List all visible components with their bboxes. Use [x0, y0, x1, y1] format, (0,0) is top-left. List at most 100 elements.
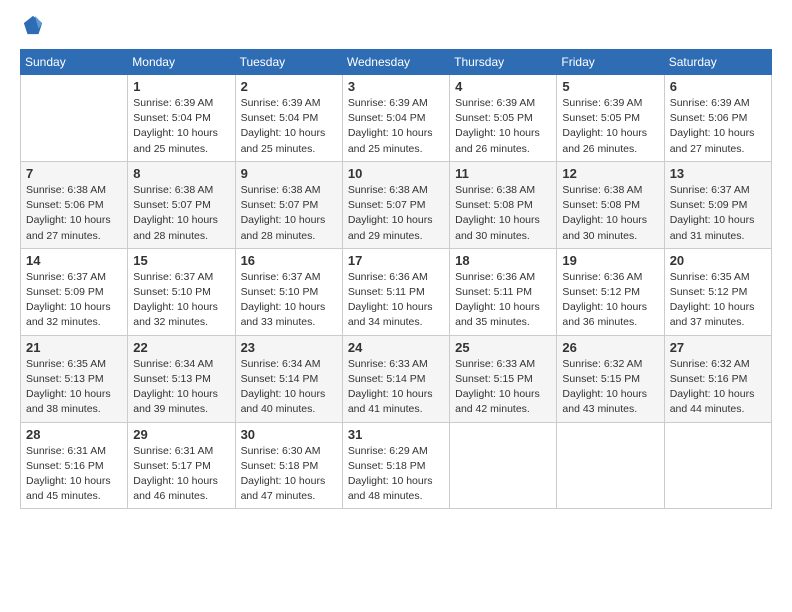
day-number: 2 [241, 79, 337, 94]
day-number: 21 [26, 340, 122, 355]
calendar-cell: 5 Sunrise: 6:39 AM Sunset: 5:05 PM Daylig… [557, 75, 664, 162]
day-info: Sunrise: 6:29 AM Sunset: 5:18 PM Dayligh… [348, 444, 444, 505]
day-info: Sunrise: 6:35 AM Sunset: 5:12 PM Dayligh… [670, 270, 766, 331]
day-number: 20 [670, 253, 766, 268]
day-info: Sunrise: 6:31 AM Sunset: 5:17 PM Dayligh… [133, 444, 229, 505]
calendar-cell: 9 Sunrise: 6:38 AM Sunset: 5:07 PM Daylig… [235, 161, 342, 248]
calendar-week-row: 21 Sunrise: 6:35 AM Sunset: 5:13 PM Dayli… [21, 335, 772, 422]
day-info: Sunrise: 6:33 AM Sunset: 5:14 PM Dayligh… [348, 357, 444, 418]
calendar-cell: 14 Sunrise: 6:37 AM Sunset: 5:09 PM Dayli… [21, 248, 128, 335]
weekday-header: Thursday [450, 50, 557, 75]
day-number: 7 [26, 166, 122, 181]
calendar-cell: 4 Sunrise: 6:39 AM Sunset: 5:05 PM Daylig… [450, 75, 557, 162]
calendar-cell: 31 Sunrise: 6:29 AM Sunset: 5:18 PM Dayli… [342, 422, 449, 509]
day-number: 11 [455, 166, 551, 181]
calendar-cell: 15 Sunrise: 6:37 AM Sunset: 5:10 PM Dayli… [128, 248, 235, 335]
calendar-cell: 24 Sunrise: 6:33 AM Sunset: 5:14 PM Dayli… [342, 335, 449, 422]
calendar-cell: 23Sunrise: 6:34 AM Sunset: 5:14 PM Dayli… [235, 335, 342, 422]
day-info: Sunrise: 6:35 AM Sunset: 5:13 PM Dayligh… [26, 357, 122, 418]
calendar-cell [557, 422, 664, 509]
day-info: Sunrise: 6:31 AM Sunset: 5:16 PM Dayligh… [26, 444, 122, 505]
day-info: Sunrise: 6:33 AM Sunset: 5:15 PM Dayligh… [455, 357, 551, 418]
day-info: Sunrise: 6:39 AM Sunset: 5:05 PM Dayligh… [455, 96, 551, 157]
day-number: 26 [562, 340, 658, 355]
calendar-cell: 13Sunrise: 6:37 AM Sunset: 5:09 PM Dayli… [664, 161, 771, 248]
calendar-cell: 8Sunrise: 6:38 AM Sunset: 5:07 PM Daylig… [128, 161, 235, 248]
calendar-cell: 20 Sunrise: 6:35 AM Sunset: 5:12 PM Dayli… [664, 248, 771, 335]
calendar-week-row: 14 Sunrise: 6:37 AM Sunset: 5:09 PM Dayli… [21, 248, 772, 335]
day-info: Sunrise: 6:30 AM Sunset: 5:18 PM Dayligh… [241, 444, 337, 505]
calendar-cell: 3 Sunrise: 6:39 AM Sunset: 5:04 PM Daylig… [342, 75, 449, 162]
day-number: 9 [241, 166, 337, 181]
day-number: 12 [562, 166, 658, 181]
calendar-cell: 27 Sunrise: 6:32 AM Sunset: 5:16 PM Dayli… [664, 335, 771, 422]
calendar-week-row: 28Sunrise: 6:31 AM Sunset: 5:16 PM Dayli… [21, 422, 772, 509]
day-info: Sunrise: 6:32 AM Sunset: 5:15 PM Dayligh… [562, 357, 658, 418]
day-number: 27 [670, 340, 766, 355]
day-number: 3 [348, 79, 444, 94]
day-number: 15 [133, 253, 229, 268]
calendar-week-row: 1 Sunrise: 6:39 AM Sunset: 5:04 PM Daylig… [21, 75, 772, 162]
calendar-cell: 22Sunrise: 6:34 AM Sunset: 5:13 PM Dayli… [128, 335, 235, 422]
weekday-header: Tuesday [235, 50, 342, 75]
calendar-cell: 16 Sunrise: 6:37 AM Sunset: 5:10 PM Dayli… [235, 248, 342, 335]
calendar-cell: 17 Sunrise: 6:36 AM Sunset: 5:11 PM Dayli… [342, 248, 449, 335]
calendar-cell: 30 Sunrise: 6:30 AM Sunset: 5:18 PM Dayli… [235, 422, 342, 509]
calendar-cell: 11 Sunrise: 6:38 AM Sunset: 5:08 PM Dayli… [450, 161, 557, 248]
calendar-cell: 19 Sunrise: 6:36 AM Sunset: 5:12 PM Dayli… [557, 248, 664, 335]
day-info: Sunrise: 6:37 AM Sunset: 5:10 PM Dayligh… [241, 270, 337, 331]
calendar-cell: 7 Sunrise: 6:38 AM Sunset: 5:06 PM Daylig… [21, 161, 128, 248]
calendar-cell: 2 Sunrise: 6:39 AM Sunset: 5:04 PM Daylig… [235, 75, 342, 162]
day-number: 25 [455, 340, 551, 355]
day-info: Sunrise: 6:36 AM Sunset: 5:11 PM Dayligh… [348, 270, 444, 331]
day-info: Sunrise: 6:37 AM Sunset: 5:09 PM Dayligh… [670, 183, 766, 244]
day-info: Sunrise: 6:38 AM Sunset: 5:06 PM Dayligh… [26, 183, 122, 244]
day-info: Sunrise: 6:39 AM Sunset: 5:05 PM Dayligh… [562, 96, 658, 157]
calendar-cell: 26 Sunrise: 6:32 AM Sunset: 5:15 PM Dayli… [557, 335, 664, 422]
calendar: SundayMondayTuesdayWednesdayThursdayFrid… [20, 49, 772, 509]
day-info: Sunrise: 6:38 AM Sunset: 5:07 PM Dayligh… [348, 183, 444, 244]
day-number: 1 [133, 79, 229, 94]
day-number: 5 [562, 79, 658, 94]
weekday-header: Sunday [21, 50, 128, 75]
day-info: Sunrise: 6:39 AM Sunset: 5:04 PM Dayligh… [133, 96, 229, 157]
calendar-cell [450, 422, 557, 509]
day-info: Sunrise: 6:36 AM Sunset: 5:11 PM Dayligh… [455, 270, 551, 331]
calendar-cell: 28Sunrise: 6:31 AM Sunset: 5:16 PM Dayli… [21, 422, 128, 509]
day-info: Sunrise: 6:39 AM Sunset: 5:04 PM Dayligh… [241, 96, 337, 157]
day-number: 24 [348, 340, 444, 355]
day-info: Sunrise: 6:34 AM Sunset: 5:14 PM Dayligh… [241, 357, 337, 418]
day-info: Sunrise: 6:32 AM Sunset: 5:16 PM Dayligh… [670, 357, 766, 418]
day-info: Sunrise: 6:38 AM Sunset: 5:08 PM Dayligh… [455, 183, 551, 244]
day-number: 30 [241, 427, 337, 442]
logo-icon [22, 14, 44, 36]
weekday-header: Wednesday [342, 50, 449, 75]
calendar-cell [664, 422, 771, 509]
calendar-cell: 29 Sunrise: 6:31 AM Sunset: 5:17 PM Dayli… [128, 422, 235, 509]
day-number: 17 [348, 253, 444, 268]
day-info: Sunrise: 6:37 AM Sunset: 5:09 PM Dayligh… [26, 270, 122, 331]
calendar-cell: 21 Sunrise: 6:35 AM Sunset: 5:13 PM Dayli… [21, 335, 128, 422]
day-number: 19 [562, 253, 658, 268]
day-number: 18 [455, 253, 551, 268]
day-number: 6 [670, 79, 766, 94]
calendar-cell: 6Sunrise: 6:39 AM Sunset: 5:06 PM Daylig… [664, 75, 771, 162]
calendar-cell: 10 Sunrise: 6:38 AM Sunset: 5:07 PM Dayli… [342, 161, 449, 248]
weekday-header: Saturday [664, 50, 771, 75]
day-number: 22 [133, 340, 229, 355]
day-number: 8 [133, 166, 229, 181]
day-number: 10 [348, 166, 444, 181]
day-number: 29 [133, 427, 229, 442]
day-info: Sunrise: 6:38 AM Sunset: 5:07 PM Dayligh… [241, 183, 337, 244]
day-number: 14 [26, 253, 122, 268]
day-number: 16 [241, 253, 337, 268]
day-number: 31 [348, 427, 444, 442]
calendar-cell: 25 Sunrise: 6:33 AM Sunset: 5:15 PM Dayli… [450, 335, 557, 422]
page-header [20, 16, 772, 41]
day-info: Sunrise: 6:37 AM Sunset: 5:10 PM Dayligh… [133, 270, 229, 331]
day-info: Sunrise: 6:36 AM Sunset: 5:12 PM Dayligh… [562, 270, 658, 331]
calendar-cell [21, 75, 128, 162]
day-info: Sunrise: 6:38 AM Sunset: 5:08 PM Dayligh… [562, 183, 658, 244]
day-number: 4 [455, 79, 551, 94]
day-info: Sunrise: 6:39 AM Sunset: 5:04 PM Dayligh… [348, 96, 444, 157]
